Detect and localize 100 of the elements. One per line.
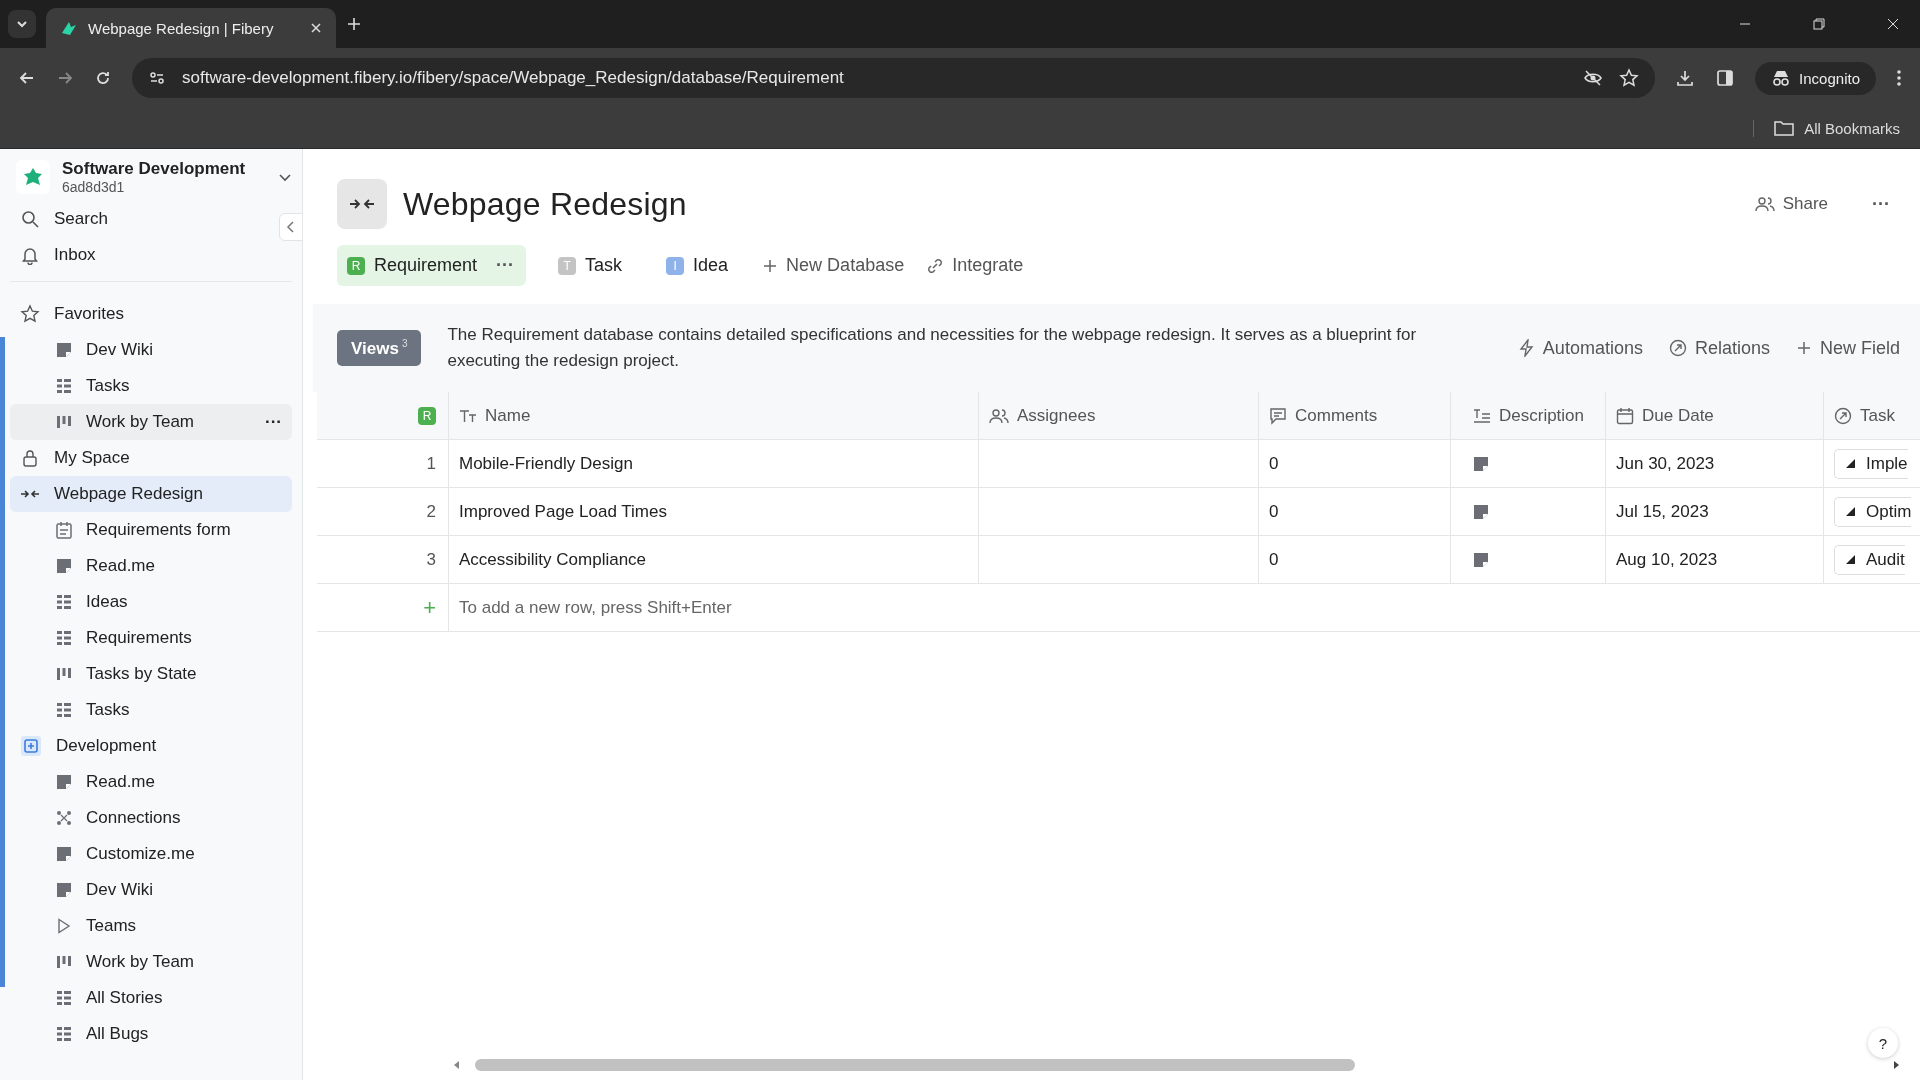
sidebar-item[interactable]: Tasks bbox=[10, 368, 292, 404]
chevron-left-icon bbox=[286, 221, 296, 233]
restore-icon[interactable] bbox=[1812, 17, 1826, 31]
workspace-id: 6ad8d3d1 bbox=[62, 179, 126, 195]
toolbar-button[interactable]: Integrate bbox=[926, 255, 1024, 276]
horizontal-scrollbar[interactable] bbox=[453, 1058, 1900, 1072]
database-badge: T bbox=[558, 256, 577, 275]
table-cell[interactable]: Jun 30, 2023 bbox=[1606, 440, 1824, 487]
scroll-left-icon[interactable] bbox=[453, 1060, 461, 1070]
grid-icon bbox=[56, 378, 72, 394]
space-icon[interactable] bbox=[337, 179, 387, 229]
task-chip[interactable]: Imple bbox=[1834, 448, 1908, 479]
plus-square-icon bbox=[20, 735, 42, 757]
sidebar-item[interactable]: Favorites bbox=[10, 296, 292, 332]
eye-off-icon[interactable] bbox=[1583, 68, 1604, 88]
column-header[interactable]: Comments bbox=[1259, 392, 1451, 439]
menu-icon[interactable] bbox=[1896, 69, 1902, 87]
search-icon bbox=[20, 209, 40, 229]
sidebar-item[interactable]: Work by Team bbox=[10, 944, 292, 980]
new-tab-icon[interactable] bbox=[346, 16, 362, 32]
sidebar-item[interactable]: Inbox bbox=[10, 237, 270, 273]
task-chip[interactable]: Optim bbox=[1834, 496, 1912, 527]
table-cell[interactable]: Jul 15, 2023 bbox=[1606, 488, 1824, 535]
star-icon[interactable] bbox=[1619, 68, 1640, 88]
sidebar-item[interactable]: My Space bbox=[10, 440, 292, 476]
views-button[interactable]: Views $^{3}$ bbox=[337, 329, 422, 367]
more-button[interactable]: ··· bbox=[265, 412, 282, 432]
sidebar-item[interactable]: Read.me bbox=[10, 548, 292, 584]
task-chip[interactable]: Audit bbox=[1834, 544, 1905, 575]
column-header[interactable]: Due Date bbox=[1606, 392, 1824, 439]
all-bookmarks-button[interactable]: All Bookmarks bbox=[1753, 119, 1900, 137]
link-icon bbox=[926, 256, 945, 275]
toolbar-button[interactable]: Automations bbox=[1518, 337, 1643, 359]
sidebar-item[interactable]: Requirements form bbox=[10, 512, 292, 548]
bell-icon bbox=[20, 245, 40, 265]
table-cell[interactable]: 0 bbox=[1259, 488, 1451, 535]
reload-icon[interactable] bbox=[94, 69, 112, 87]
document-icon[interactable] bbox=[1473, 551, 1489, 568]
row-number: 2 bbox=[317, 488, 449, 535]
column-header[interactable]: Description bbox=[1451, 392, 1606, 439]
sidebar-item[interactable]: Tasks bbox=[10, 692, 292, 728]
address-bar[interactable]: software-development.fibery.io/fibery/space/Webpage_Redesign/database/Requirement bbox=[132, 58, 1656, 98]
column-header[interactable]: Task bbox=[1824, 392, 1920, 439]
add-row-hint[interactable]: To add a new row, press Shift+Enter bbox=[449, 584, 742, 631]
sidebar-item[interactable]: Read.me bbox=[10, 764, 292, 800]
row-number: 3 bbox=[317, 536, 449, 583]
document-icon[interactable] bbox=[1473, 455, 1489, 472]
close-icon[interactable] bbox=[1886, 17, 1900, 31]
column-header[interactable]: Name bbox=[449, 392, 979, 439]
table-cell[interactable]: 0 bbox=[1259, 536, 1451, 583]
toolbar-button[interactable]: Relations bbox=[1668, 337, 1770, 359]
database-badge: R bbox=[418, 406, 436, 425]
table-cell[interactable]: Mobile-Friendly Design bbox=[449, 440, 979, 487]
sidebar-item[interactable]: Teams bbox=[10, 908, 292, 944]
help-button[interactable]: ? bbox=[1868, 1028, 1898, 1058]
workspace-logo[interactable] bbox=[16, 160, 50, 194]
sidebar-item[interactable]: Webpage Redesign bbox=[10, 476, 292, 512]
toolbar-button[interactable]: New Database bbox=[762, 255, 905, 276]
incognito-button[interactable]: Incognito bbox=[1755, 61, 1876, 95]
sidebar-item[interactable]: Work by Team ··· bbox=[10, 404, 292, 440]
sidebar-item[interactable]: Requirements bbox=[10, 620, 292, 656]
table-cell[interactable]: Aug 10, 2023 bbox=[1606, 536, 1824, 583]
database-tab[interactable]: I Idea bbox=[656, 245, 741, 286]
table-cell[interactable]: Improved Page Load Times bbox=[449, 488, 979, 535]
triangle-icon bbox=[1845, 458, 1856, 469]
column-header[interactable]: Assignees bbox=[979, 392, 1259, 439]
sidebar-item[interactable]: Dev Wiki bbox=[10, 872, 292, 908]
site-settings-icon[interactable] bbox=[148, 69, 166, 87]
tab-search-button[interactable] bbox=[8, 10, 36, 38]
sidebar-item[interactable]: Dev Wiki bbox=[10, 332, 292, 368]
database-tab[interactable]: T Task bbox=[548, 245, 635, 286]
close-icon[interactable] bbox=[310, 22, 322, 34]
sidebar-item[interactable]: Development bbox=[10, 728, 292, 764]
relation-icon bbox=[1834, 406, 1852, 425]
sidebar-item[interactable]: Customize.me bbox=[10, 836, 292, 872]
download-icon[interactable] bbox=[1675, 68, 1696, 88]
text-lines-icon bbox=[1473, 407, 1491, 424]
sidebar-item[interactable]: All Bugs bbox=[10, 1016, 292, 1052]
more-button[interactable]: ··· bbox=[496, 255, 515, 276]
sidebar-item[interactable]: All Stories bbox=[10, 980, 292, 1016]
side-panel-icon[interactable] bbox=[1715, 68, 1736, 88]
database-tab[interactable]: R Requirement ··· bbox=[337, 245, 527, 286]
table-cell[interactable]: 0 bbox=[1259, 440, 1451, 487]
sidebar-item[interactable]: Ideas bbox=[10, 584, 292, 620]
scroll-right-icon[interactable] bbox=[1892, 1060, 1900, 1070]
document-icon bbox=[56, 558, 72, 574]
browser-tab[interactable]: Webpage Redesign | Fibery bbox=[46, 8, 336, 48]
sidebar-item[interactable]: Tasks by State bbox=[10, 656, 292, 692]
document-icon[interactable] bbox=[1473, 503, 1489, 520]
toolbar-button[interactable]: New Field bbox=[1795, 337, 1900, 359]
sidebar-item[interactable]: Search bbox=[10, 201, 270, 237]
people-icon bbox=[1754, 196, 1775, 212]
grid-icon bbox=[56, 630, 72, 646]
page-title: Webpage Redesign bbox=[403, 185, 687, 223]
share-button[interactable]: Share bbox=[1754, 194, 1828, 214]
workspace-name[interactable]: Software Development bbox=[62, 159, 266, 179]
table-cell[interactable]: Accessibility Compliance bbox=[449, 536, 979, 583]
sidebar-item[interactable]: Connections bbox=[10, 800, 292, 836]
more-button[interactable]: ··· bbox=[1872, 193, 1890, 215]
folder-icon bbox=[1774, 120, 1795, 136]
